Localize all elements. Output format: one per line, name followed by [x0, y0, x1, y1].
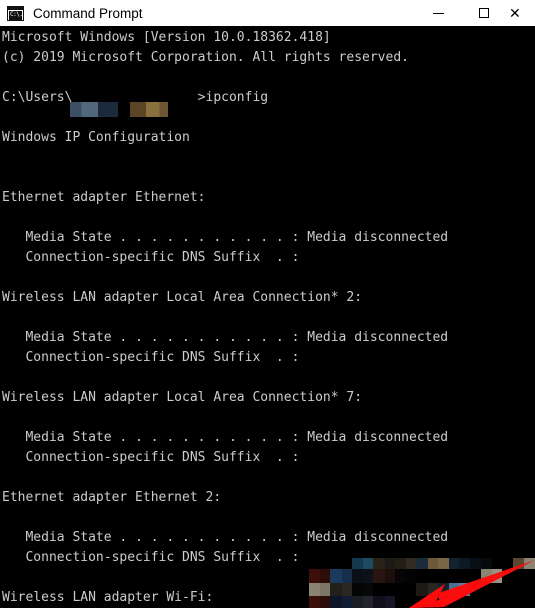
window-controls: ✕ — [415, 0, 535, 26]
command-prompt-window: C:\. Command Prompt ✕ Microsoft Windows … — [0, 0, 535, 608]
console-text: Microsoft Windows [Version 10.0.18362.41… — [2, 30, 449, 605]
console-icon: C:\. — [7, 5, 24, 21]
redacted-subnet-mask — [309, 583, 535, 596]
close-button[interactable]: ✕ — [507, 0, 535, 26]
redacted-username-block — [70, 102, 118, 117]
minimize-icon — [432, 12, 444, 14]
console-icon-glyph: C:\. — [9, 10, 23, 20]
redacted-ipv4-address — [309, 569, 535, 583]
redacted-default-gateway — [309, 596, 535, 608]
minimize-button[interactable] — [415, 0, 461, 26]
console-output-area[interactable]: Microsoft Windows [Version 10.0.18362.41… — [0, 26, 535, 608]
maximize-button[interactable] — [461, 0, 507, 26]
window-title: Command Prompt — [33, 5, 143, 21]
redacted-ipv6-address — [309, 558, 535, 569]
close-icon: ✕ — [509, 5, 521, 21]
redacted-hostname-block — [130, 102, 168, 117]
title-bar[interactable]: C:\. Command Prompt ✕ — [0, 0, 535, 27]
maximize-icon — [479, 8, 489, 18]
console-icon-titlebar-strip — [8, 6, 23, 10]
